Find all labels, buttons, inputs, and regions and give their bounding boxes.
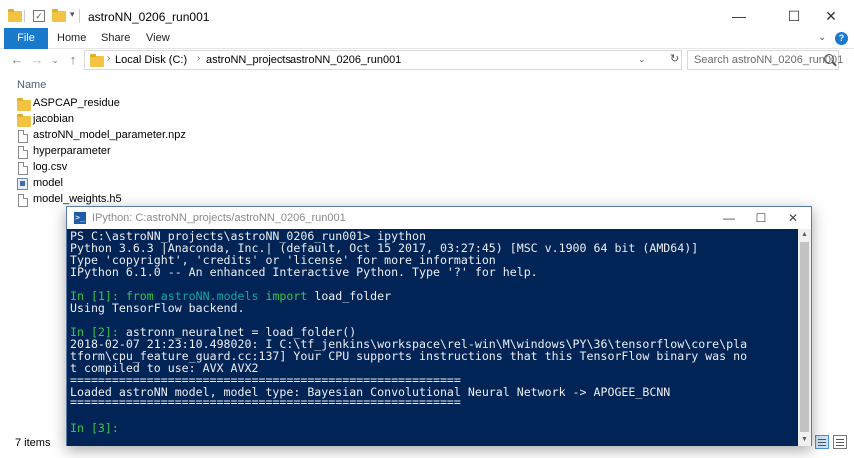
file-name: model [33, 177, 63, 189]
breadcrumb-run-folder[interactable]: astroNN_0206_run001 [290, 54, 401, 66]
ipython-prompt: In [3]: [70, 421, 126, 435]
quick-access-dropdown-icon[interactable]: ▾ [70, 9, 75, 20]
properties-check-icon[interactable]: ✓ [33, 10, 45, 22]
search-input[interactable]: Search astroNN_0206_run001 [687, 50, 843, 70]
list-item[interactable]: model [17, 176, 217, 192]
help-icon[interactable]: ? [835, 32, 848, 45]
console-line-in-3: In [3]: [70, 422, 126, 434]
minimize-button[interactable]: — [713, 207, 745, 229]
up-button[interactable]: ↑ [64, 49, 82, 71]
window-title: astroNN_0206_run001 [88, 10, 210, 24]
breadcrumb-astronn-projects[interactable]: astroNN_projects [206, 54, 291, 66]
tab-view[interactable]: View [146, 28, 170, 49]
console-scrollbar[interactable]: ▲ ▼ [798, 229, 811, 446]
refresh-icon[interactable]: ↻ [670, 52, 679, 65]
item-count: 7 items [15, 437, 51, 449]
powershell-icon: >_ [74, 212, 86, 224]
chevron-right-icon: › [107, 53, 111, 64]
console-output[interactable]: PS C:\astroNN_projects\astroNN_0206_run0… [67, 229, 798, 446]
close-button[interactable]: ✕ [777, 207, 809, 229]
scroll-up-icon[interactable]: ▲ [798, 229, 811, 241]
divider [24, 10, 25, 22]
console-line: ========================================… [70, 395, 461, 409]
list-item[interactable]: log.csv [17, 160, 217, 176]
console-line: Using TensorFlow backend. [70, 301, 245, 315]
recent-locations-button[interactable]: ⌄ [46, 49, 64, 71]
address-bar: ← → ⌄ ↑ › Local Disk (C:) › astroNN_proj… [0, 49, 854, 71]
column-header-name[interactable]: Name [17, 79, 46, 91]
tab-file[interactable]: File [4, 28, 48, 49]
tab-share[interactable]: Share [101, 28, 130, 49]
chevron-right-icon: › [281, 53, 285, 64]
file-name: hyperparameter [33, 145, 111, 157]
breadcrumb-local-disk[interactable]: Local Disk (C:) [115, 54, 187, 66]
search-placeholder: Search astroNN_0206_run001 [694, 54, 844, 66]
expand-ribbon-icon[interactable]: ⌄ [818, 32, 826, 43]
forward-button[interactable]: → [28, 49, 46, 71]
file-name: model_weights.h5 [33, 193, 122, 205]
file-name: log.csv [33, 161, 68, 173]
list-item[interactable]: astroNN_model_parameter.npz [17, 128, 217, 144]
file-name: ASPCAP_residue [33, 97, 120, 109]
new-folder-icon[interactable] [52, 9, 66, 23]
details-view-icon[interactable] [815, 435, 829, 449]
powershell-window: >_ IPython: C:astroNN_projects/astroNN_0… [66, 206, 812, 446]
folder-icon [8, 9, 22, 23]
powershell-titlebar: >_ IPython: C:astroNN_projects/astroNN_0… [67, 207, 811, 229]
scroll-thumb[interactable] [800, 242, 809, 432]
list-item[interactable]: hyperparameter [17, 144, 217, 160]
list-item[interactable]: ASPCAP_residue [17, 96, 217, 112]
file-name: astroNN_model_parameter.npz [33, 129, 186, 141]
chevron-right-icon: › [197, 53, 201, 64]
large-icons-view-icon[interactable] [833, 435, 847, 449]
scroll-down-icon[interactable]: ▼ [798, 434, 811, 446]
window-title: IPython: C:astroNN_projects/astroNN_0206… [92, 212, 346, 224]
ribbon-tabs: File Home Share View ⌄ ? [0, 28, 854, 49]
file-name: jacobian [33, 113, 74, 125]
list-item[interactable]: jacobian [17, 112, 217, 128]
divider [79, 9, 80, 23]
address-input[interactable]: › Local Disk (C:) › astroNN_projects › a… [84, 50, 682, 70]
keyword-import: import [265, 289, 308, 303]
console-line: IPython 6.1.0 -- An enhanced Interactive… [70, 265, 538, 279]
search-icon[interactable] [824, 54, 834, 64]
maximize-button[interactable]: ☐ [745, 207, 777, 229]
back-button[interactable]: ← [8, 49, 26, 71]
import-name: load_folder [307, 289, 392, 303]
tab-home[interactable]: Home [57, 28, 86, 49]
chevron-down-icon[interactable]: ⌄ [638, 54, 646, 65]
